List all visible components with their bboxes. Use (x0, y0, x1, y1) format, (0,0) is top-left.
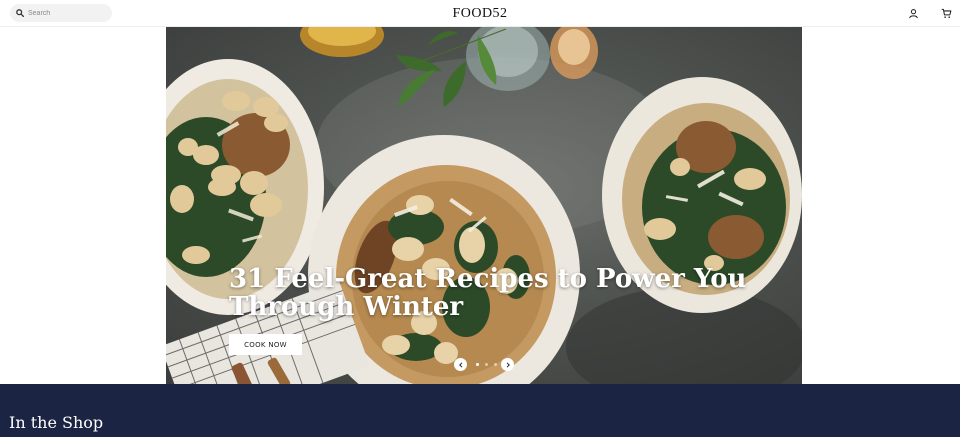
search-input[interactable] (28, 9, 108, 17)
cart-icon[interactable] (941, 8, 952, 19)
carousel-dot-2[interactable] (485, 363, 488, 366)
carousel-dot-3[interactable] (494, 363, 497, 366)
carousel-dot-1[interactable] (476, 363, 479, 366)
chevron-left-icon (458, 361, 462, 368)
hero-image (166, 27, 802, 384)
chevron-right-icon (506, 361, 510, 368)
shop-heading: In the Shop (9, 413, 104, 432)
carousel-prev-button[interactable] (454, 358, 467, 371)
account-icon[interactable] (908, 8, 919, 19)
site-header: FOOD52 (0, 0, 960, 27)
hero-carousel: 31 Feel-Great Recipes to Power You Throu… (166, 27, 802, 384)
search-icon (16, 9, 24, 17)
shop-section: In the Shop (0, 384, 960, 437)
site-logo[interactable]: FOOD52 (452, 6, 507, 21)
search-bar[interactable] (10, 4, 112, 22)
cook-now-button[interactable]: COOK NOW (229, 334, 302, 355)
carousel-next-button[interactable] (501, 358, 514, 371)
hero-headline[interactable]: 31 Feel-Great Recipes to Power You Throu… (229, 265, 789, 321)
